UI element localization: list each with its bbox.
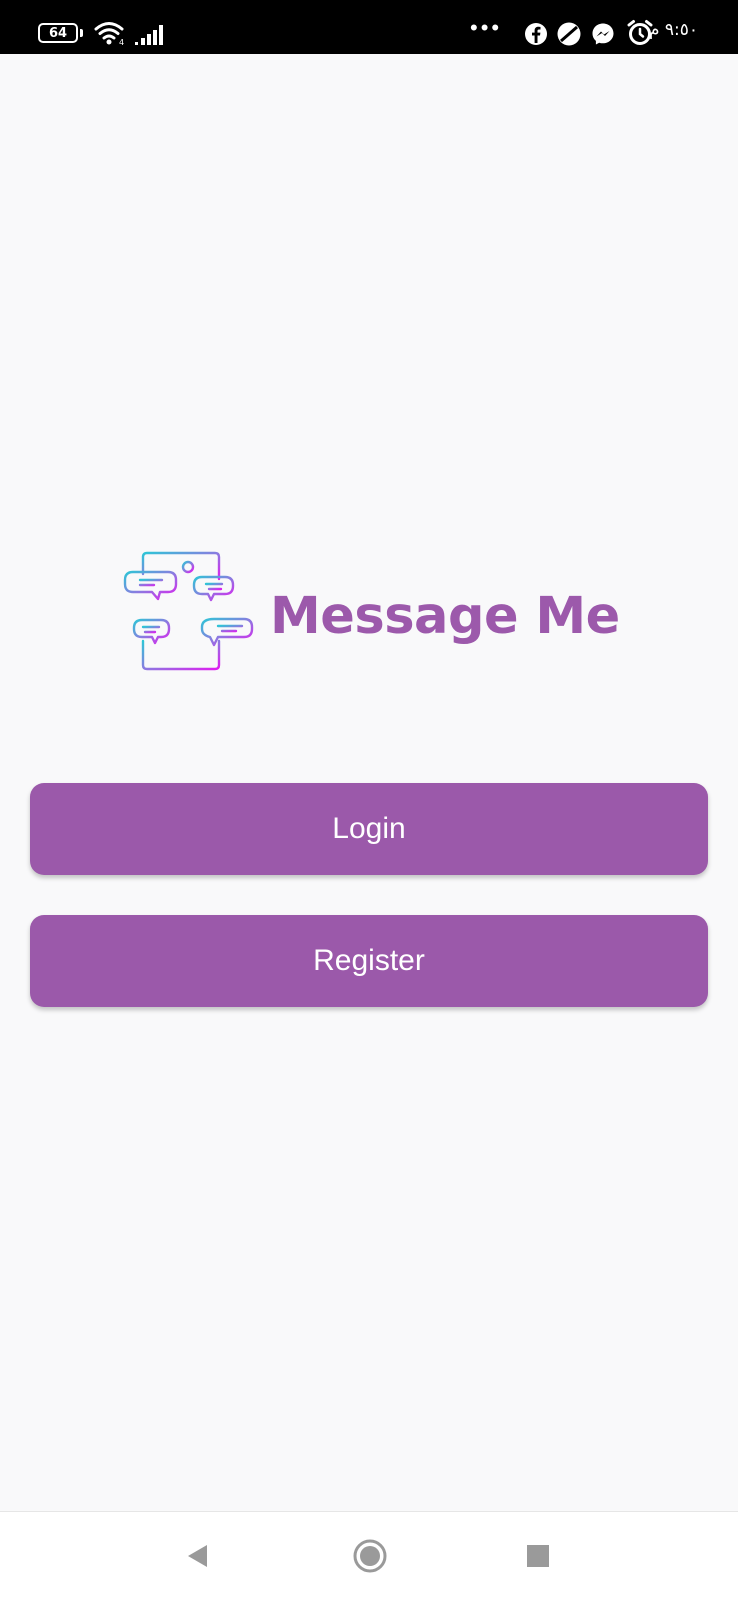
battery-level: 64 xyxy=(48,25,68,41)
login-button[interactable]: Login xyxy=(30,783,708,875)
home-button[interactable] xyxy=(348,1534,392,1578)
home-icon xyxy=(353,1539,387,1573)
app-title: Message Me xyxy=(270,587,620,646)
wifi-icon: 4 xyxy=(94,22,124,46)
recents-button[interactable] xyxy=(516,1534,560,1578)
facebook-icon xyxy=(525,23,547,45)
app-logo: Message Me xyxy=(110,544,630,684)
system-navigation-bar xyxy=(0,1511,738,1600)
register-button[interactable]: Register xyxy=(30,915,708,1007)
status-bar: 64 4 ••• ٩:٥٠ م xyxy=(0,0,738,54)
recents-icon xyxy=(527,1545,549,1567)
signal-icon xyxy=(135,25,163,45)
more-dots-icon: ••• xyxy=(470,15,503,40)
back-button[interactable] xyxy=(176,1534,220,1578)
battery-icon: 64 xyxy=(38,23,78,43)
chat-phone-logo-icon xyxy=(123,551,254,671)
messenger-icon xyxy=(592,23,614,45)
data-saver-icon xyxy=(557,22,581,46)
battery-tip xyxy=(80,29,83,37)
back-icon xyxy=(188,1545,207,1567)
app-screen: 64 4 ••• ٩:٥٠ م Message Me Login Registe… xyxy=(0,0,738,1600)
svg-text:4: 4 xyxy=(119,38,124,46)
status-time: ٩:٥٠ م xyxy=(648,20,698,40)
